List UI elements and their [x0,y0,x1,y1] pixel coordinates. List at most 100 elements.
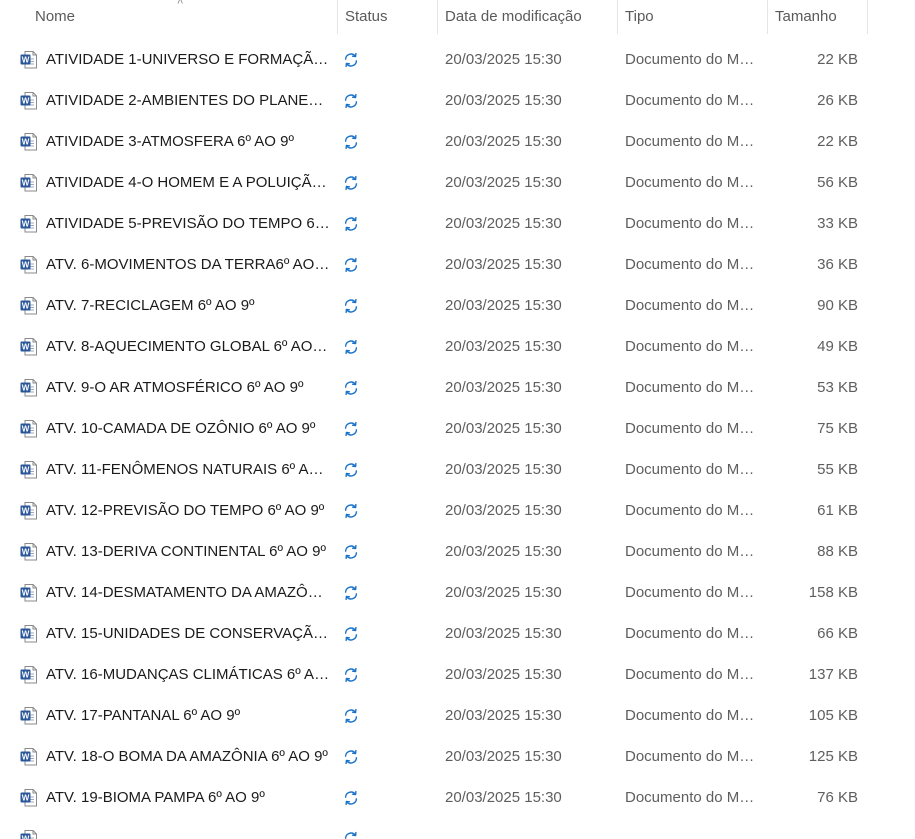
file-name[interactable]: ATIVIDADE 4-O HOMEM E A POLUIÇÃO 6º AO 9… [46,162,330,203]
file-size: 76 KB [817,789,858,806]
word-document-icon: W [20,256,37,274]
sync-status [343,162,363,203]
file-name[interactable]: ATIVIDADE 2-AMBIENTES DO PLANETA TERRA 6… [46,80,330,121]
file-name[interactable]: ATIVIDADE 1-UNIVERSO E FORMAÇÃO DA TERRA… [46,39,330,80]
column-header-status[interactable]: Status [337,0,438,34]
file-list: W ATIVIDADE 1-UNIVERSO E FORMAÇÃO DA TERR… [0,39,915,839]
file-row[interactable]: W ATV. 15-UNIDADES DE CONSERVAÇÃO 6º AO 9… [0,613,915,654]
column-header-name[interactable]: ˄ Nome [0,0,338,34]
file-name[interactable]: ATV. 11-FENÔMENOS NATURAIS 6º AO 9º [46,449,330,490]
sync-status [343,531,363,572]
word-document-icon: W [20,133,37,151]
file-row[interactable]: W ATV. 12-PREVISÃO DO TEMPO 6º AO 9º 20/03… [0,490,915,531]
sync-status [343,203,363,244]
svg-text:W: W [22,137,30,146]
file-name[interactable]: ATV. 15-UNIDADES DE CONSERVAÇÃO 6º AO 9º [46,613,330,654]
file-name[interactable]: ATIVIDADE 5-PREVISÃO DO TEMPO 6º AO 9º [46,203,330,244]
column-header-type[interactable]: Tipo [617,0,768,34]
file-date-modified: 20/03/2025 15:30 [445,666,562,683]
file-row[interactable]: W ATV. 6-MOVIMENTOS DA TERRA6º AO 9º 20/03… [0,244,915,285]
svg-text:W: W [22,752,30,761]
sync-status [343,367,363,408]
sync-icon [344,339,358,355]
file-row[interactable]: W ATV. 13-DERIVA CONTINENTAL 6º AO 9º 20/0… [0,531,915,572]
file-date-modified: 20/03/2025 15:30 [445,461,562,478]
file-name[interactable]: ATV. 16-MUDANÇAS CLIMÁTICAS 6º AO 9º [46,654,330,695]
file-row[interactable]: W ATV. 7-RECICLAGEM 6º AO 9º 20/03/2025 15… [0,285,915,326]
file-row[interactable]: W [0,818,915,839]
file-row[interactable]: W ATV. 17-PANTANAL 6º AO 9º 20/03/2025 15:… [0,695,915,736]
sync-icon [344,216,358,232]
file-size: 158 KB [808,584,858,601]
file-size: 88 KB [817,543,858,560]
file-name[interactable]: ATV. 10-CAMADA DE OZÔNIO 6º AO 9º [46,408,330,449]
file-type: Documento do Microsoft Word [625,256,757,273]
file-name[interactable]: ATV. 17-PANTANAL 6º AO 9º [46,695,330,736]
file-row[interactable]: W ATV. 19-BIOMA PAMPA 6º AO 9º 20/03/2025 … [0,777,915,818]
sync-status [343,121,363,162]
column-header-date-modified[interactable]: Data de modificação [437,0,618,34]
svg-text:W: W [22,55,30,64]
file-name[interactable]: ATV. 6-MOVIMENTOS DA TERRA6º AO 9º [46,244,330,285]
word-document-icon: W [20,379,37,397]
sync-icon [344,52,358,68]
file-type: Documento do Microsoft Word [625,748,757,765]
file-size: 55 KB [817,461,858,478]
sync-icon [344,749,358,765]
file-row[interactable]: W ATV. 10-CAMADA DE OZÔNIO 6º AO 9º 20/03/… [0,408,915,449]
sync-icon [344,298,358,314]
file-row[interactable]: W ATV. 16-MUDANÇAS CLIMÁTICAS 6º AO 9º 20/… [0,654,915,695]
file-row[interactable]: W ATV. 8-AQUECIMENTO GLOBAL 6º AO 9º 20/03… [0,326,915,367]
file-name[interactable]: ATV. 13-DERIVA CONTINENTAL 6º AO 9º [46,531,330,572]
file-type: Documento do Microsoft Word [625,502,757,519]
file-name[interactable]: ATV. 18-O BOMA DA AMAZÔNIA 6º AO 9º [46,736,330,777]
file-size: 49 KB [817,338,858,355]
file-row[interactable]: W ATV. 9-O AR ATMOSFÉRICO 6º AO 9º 20/03/2… [0,367,915,408]
file-type: Documento do Microsoft Word [625,338,757,355]
file-row[interactable]: W ATIVIDADE 1-UNIVERSO E FORMAÇÃO DA TERR… [0,39,915,80]
svg-text:W: W [22,465,30,474]
word-document-icon: W [20,502,37,520]
file-date-modified: 20/03/2025 15:30 [445,502,562,519]
column-header-size[interactable]: Tamanho [767,0,868,34]
word-document-icon: W [20,666,37,684]
file-name[interactable]: ATV. 8-AQUECIMENTO GLOBAL 6º AO 9º [46,326,330,367]
sync-icon [344,585,358,601]
file-name[interactable]: ATV. 9-O AR ATMOSFÉRICO 6º AO 9º [46,367,330,408]
file-size: 125 KB [808,748,858,765]
file-name[interactable]: ATIVIDADE 3-ATMOSFERA 6º AO 9º [46,121,330,162]
file-name[interactable]: ATV. 7-RECICLAGEM 6º AO 9º [46,285,330,326]
file-name[interactable]: ATV. 12-PREVISÃO DO TEMPO 6º AO 9º [46,490,330,531]
file-row[interactable]: W ATIVIDADE 5-PREVISÃO DO TEMPO 6º AO 9º 2… [0,203,915,244]
file-type: Documento do Microsoft Word [625,789,757,806]
svg-text:W: W [22,383,30,392]
sync-status [343,39,363,80]
sync-status [343,244,363,285]
sync-status [343,695,363,736]
sync-icon [344,503,358,519]
column-header-row: ˄ Nome Status Data de modificação Tipo T… [0,0,915,34]
word-document-icon: W [20,707,37,725]
sync-icon [344,93,358,109]
file-name[interactable]: ATV. 14-DESMATAMENTO DA AMAZÔNIA 6º AO 9… [46,572,330,613]
file-date-modified: 20/03/2025 15:30 [445,92,562,109]
sync-icon [344,421,358,437]
file-row[interactable]: W ATV. 11-FENÔMENOS NATURAIS 6º AO 9º 20/0… [0,449,915,490]
file-row[interactable]: W ATIVIDADE 2-AMBIENTES DO PLANETA TERRA … [0,80,915,121]
sync-icon [344,134,358,150]
file-name[interactable] [46,818,330,839]
sync-status [343,449,363,490]
file-name[interactable]: ATV. 19-BIOMA PAMPA 6º AO 9º [46,777,330,818]
file-type: Documento do Microsoft Word [625,420,757,437]
file-row[interactable]: W ATIVIDADE 4-O HOMEM E A POLUIÇÃO 6º AO … [0,162,915,203]
file-type: Documento do Microsoft Word [625,133,757,150]
file-row[interactable]: W ATV. 18-O BOMA DA AMAZÔNIA 6º AO 9º 20/0… [0,736,915,777]
file-type: Documento do Microsoft Word [625,666,757,683]
file-row[interactable]: W ATV. 14-DESMATAMENTO DA AMAZÔNIA 6º AO … [0,572,915,613]
svg-text:W: W [22,711,30,720]
column-header-date-label: Data de modificação [445,8,582,25]
file-row[interactable]: W ATIVIDADE 3-ATMOSFERA 6º AO 9º 20/03/202… [0,121,915,162]
word-document-icon: W [20,461,37,479]
file-date-modified: 20/03/2025 15:30 [445,707,562,724]
file-size: 22 KB [817,51,858,68]
